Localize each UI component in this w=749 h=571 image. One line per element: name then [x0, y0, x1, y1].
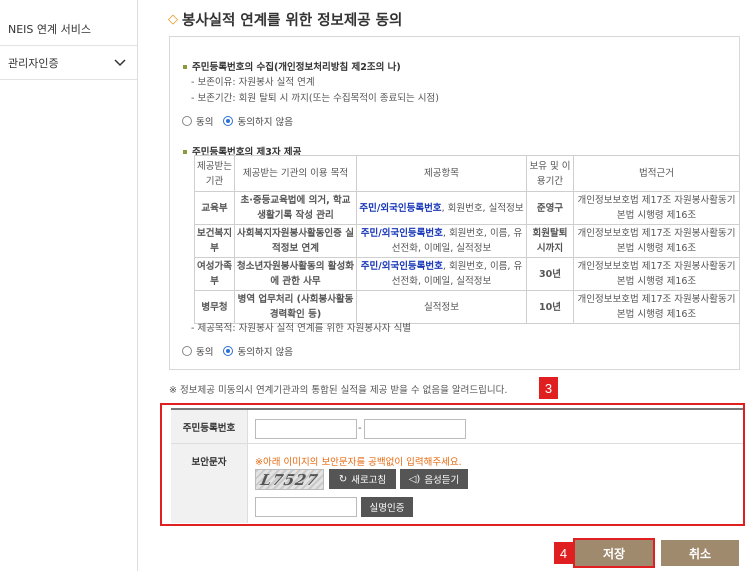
- table-row: 여성가족부 청소년자원봉사활동의 활성화에 관한 사무 주민/외국인등록번호, …: [194, 257, 740, 291]
- purpose-cell: 초·중등교육법에 의거, 학교생활기록 작성 관리: [234, 191, 357, 225]
- step-badge: 3: [539, 377, 558, 399]
- radio-agree-label[interactable]: 동의: [196, 344, 213, 358]
- form-highlight: [160, 403, 745, 526]
- retention-period: - 보존기간: 회원 탈퇴 시 까지(또는 수집목적이 종료되는 시점): [191, 93, 439, 104]
- org-cell: 교육부: [194, 191, 235, 225]
- period-cell: 회원탈퇴시까지: [526, 224, 574, 258]
- diamond-bullet-icon: ◇: [168, 12, 178, 27]
- basis-cell: 개인정보보호법 제17조 자원봉사활동기본법 시행령 제16조: [573, 224, 740, 258]
- radio-agree-collection[interactable]: [182, 116, 192, 126]
- sidebar-item-neis[interactable]: NEIS 연계 서비스: [0, 12, 137, 46]
- collection-heading: 주민등록번호의 수집(개인정보처리방침 제2조의 나): [183, 59, 401, 73]
- step-badge: 4: [554, 542, 573, 564]
- org-cell: 보건복지부: [194, 224, 235, 258]
- page-title: ◇ 봉사실적 연계를 위한 정보제공 동의: [168, 12, 403, 29]
- table-header-row: 제공받는 기관 제공받는 기관의 이용 목적 제공항목 보유 및 이용기간 법적…: [194, 155, 740, 192]
- third-party-consent-radios: 동의 동의하지 않음: [182, 344, 303, 358]
- square-bullet-icon: [183, 64, 187, 69]
- table-row: 병무청 병역 업무처리 (사회봉사활동 경력확인 등) 실적정보 10년 개인정…: [194, 290, 740, 324]
- column-header: 제공항목: [356, 155, 527, 192]
- column-header: 보유 및 이용기간: [526, 155, 574, 192]
- basis-cell: 개인정보보호법 제17조 자원봉사활동기본법 시행령 제16조: [573, 290, 740, 324]
- sidebar-item-admin-auth[interactable]: 관리자인증: [0, 46, 137, 80]
- cancel-button[interactable]: 취소: [661, 540, 739, 566]
- table-row: 보건복지부 사회복지자원봉사활동인증 실적정보 연계 주민/외국인등록번호, 회…: [194, 224, 740, 258]
- third-party-table: 제공받는 기관 제공받는 기관의 이용 목적 제공항목 보유 및 이용기간 법적…: [194, 155, 740, 324]
- save-highlight: [573, 538, 655, 568]
- chevron-down-icon: [114, 59, 126, 67]
- radio-agree-third-party[interactable]: [182, 346, 192, 356]
- square-bullet-icon: [183, 149, 187, 154]
- radio-disagree-label[interactable]: 동의하지 않음: [237, 344, 292, 358]
- column-header: 제공받는 기관의 이용 목적: [234, 155, 357, 192]
- items-cell: 실적정보: [356, 290, 527, 324]
- sidebar: NEIS 연계 서비스 관리자인증: [0, 0, 138, 571]
- period-cell: 10년: [526, 290, 574, 324]
- sidebar-item-label: NEIS 연계 서비스: [8, 22, 91, 36]
- basis-cell: 개인정보보호법 제17조 자원봉사활동기본법 시행령 제16조: [573, 257, 740, 291]
- purpose-cell: 사회복지자원봉사활동인증 실적정보 연계: [234, 224, 357, 258]
- radio-disagree-collection[interactable]: [223, 116, 234, 126]
- retention-reason: - 보존이유: 자원봉사 실적 연계: [191, 77, 315, 88]
- provision-purpose: - 제공목적: 자원봉사 실적 연계를 위한 자원봉사자 식별: [191, 323, 412, 334]
- sidebar-item-label: 관리자인증: [8, 56, 59, 70]
- items-cell: 주민/외국인등록번호, 회원번호, 이름, 유선전화, 이메일, 실적정보: [356, 257, 527, 291]
- column-header: 제공받는 기관: [194, 155, 235, 192]
- org-cell: 여성가족부: [194, 257, 235, 291]
- basis-cell: 개인정보보호법 제17조 자원봉사활동기본법 시행령 제16조: [573, 191, 740, 225]
- radio-disagree-label[interactable]: 동의하지 않음: [237, 114, 292, 128]
- main-content: ◇ 봉사실적 연계를 위한 정보제공 동의 주민등록번호의 수집(개인정보처리방…: [160, 0, 749, 571]
- org-cell: 병무청: [194, 290, 235, 324]
- column-header: 법적근거: [573, 155, 740, 192]
- collection-consent-radios: 동의 동의하지 않음: [182, 114, 303, 128]
- items-cell: 주민/외국인등록번호, 회원번호, 이름, 유선전화, 이메일, 실적정보: [356, 224, 527, 258]
- radio-disagree-third-party[interactable]: [223, 346, 234, 356]
- period-cell: 준영구: [526, 191, 574, 225]
- consent-notice: ※ 정보제공 미동의시 연계기관과의 통합된 실적을 제공 받을 수 없음을 알…: [169, 385, 508, 396]
- period-cell: 30년: [526, 257, 574, 291]
- consent-box: 주민등록번호의 수집(개인정보처리방침 제2조의 나) - 보존이유: 자원봉사…: [169, 36, 740, 370]
- purpose-cell: 청소년자원봉사활동의 활성화에 관한 사무: [234, 257, 357, 291]
- radio-agree-label[interactable]: 동의: [196, 114, 213, 128]
- items-cell: 주민/외국인등록번호, 회원번호, 실적정보: [356, 191, 527, 225]
- table-row: 교육부 초·중등교육법에 의거, 학교생활기록 작성 관리 주민/외국인등록번호…: [194, 191, 740, 225]
- purpose-cell: 병역 업무처리 (사회봉사활동 경력확인 등): [234, 290, 357, 324]
